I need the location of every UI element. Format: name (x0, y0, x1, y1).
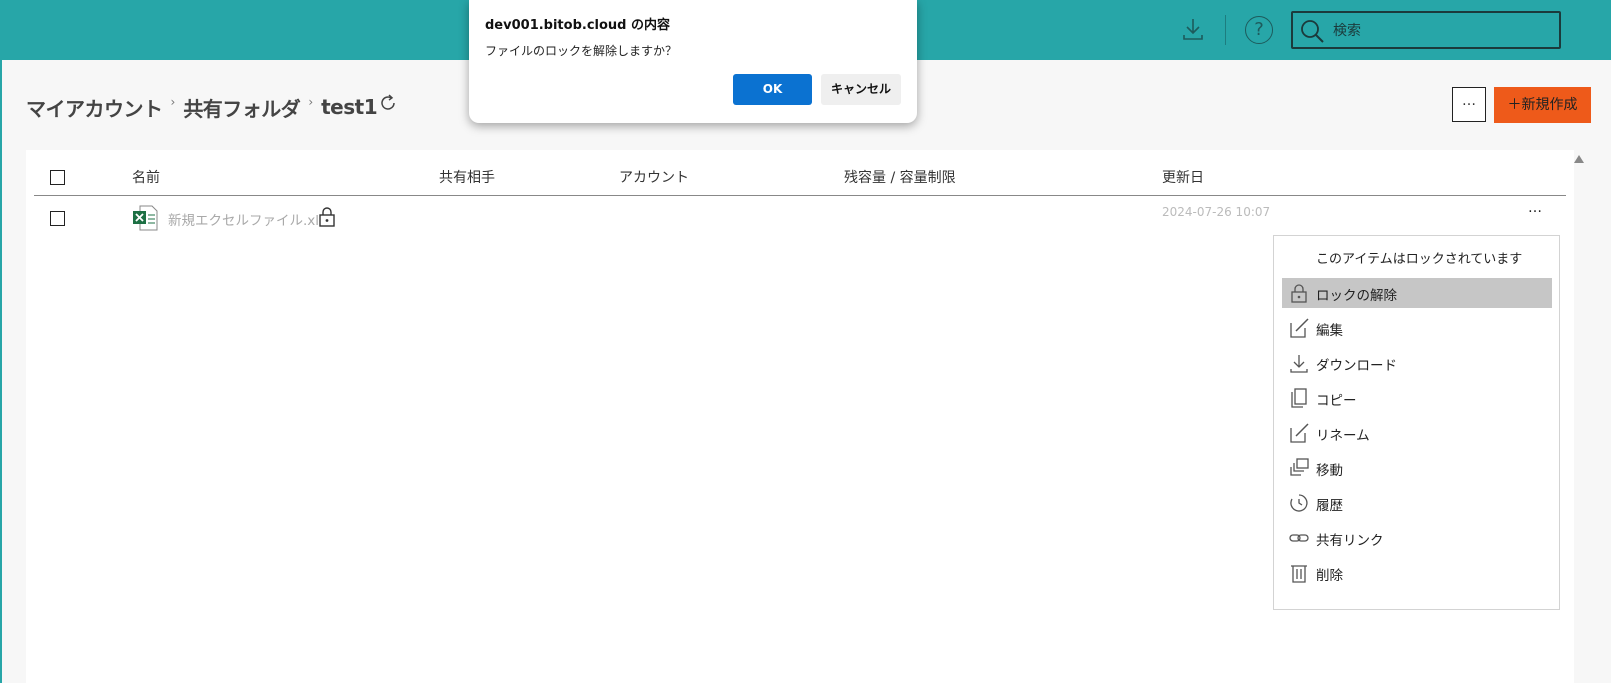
more-actions-button[interactable]: … (1452, 87, 1486, 122)
menu-item-delete[interactable]: 削除 (1282, 558, 1552, 588)
breadcrumb-separator: › (170, 95, 176, 109)
search-input[interactable] (1333, 19, 1553, 43)
menu-item-history[interactable]: 履歴 (1282, 488, 1552, 518)
row-more-button[interactable]: … (1528, 200, 1542, 216)
row-updated-date: 2024-07-26 10:07 (1162, 205, 1271, 219)
menu-item-share-link[interactable]: 共有リンク (1282, 523, 1552, 553)
help-icon[interactable]: ? (1245, 16, 1273, 44)
file-name[interactable]: 新規エクセルファイル.xlsx (168, 209, 334, 229)
dialog-title: dev001.bitob.cloud の内容 (485, 18, 671, 33)
menu-item-label: コピー (1316, 393, 1357, 409)
cancel-button[interactable]: キャンセル (821, 74, 901, 105)
menu-item-label: 移動 (1316, 463, 1343, 479)
menu-item-label: 共有リンク (1316, 533, 1384, 549)
menu-item-label: 履歴 (1316, 498, 1343, 514)
menu-item-label: ロックの解除 (1316, 288, 1397, 304)
copy-icon (1291, 388, 1307, 408)
column-account[interactable]: アカウント (619, 167, 689, 187)
trash-icon (1291, 565, 1307, 583)
search-icon (1301, 20, 1324, 43)
link-icon (1289, 534, 1309, 542)
column-name[interactable]: 名前 (132, 167, 160, 187)
rename-icon (1290, 423, 1309, 443)
menu-locked-notice: このアイテムはロックされています (1316, 252, 1523, 267)
edit-icon (1290, 318, 1309, 338)
table-header: 名前 共有相手 アカウント 残容量 / 容量制限 更新日 (34, 160, 1566, 196)
download-icon[interactable] (1180, 16, 1206, 42)
breadcrumb-current-folder: test1 (321, 95, 378, 119)
download-icon (1290, 355, 1308, 373)
left-edge-accent (0, 60, 2, 683)
excel-file-icon (133, 205, 158, 231)
unlock-icon (1291, 284, 1307, 303)
select-all-checkbox[interactable] (50, 170, 65, 185)
breadcrumb-separator: › (308, 95, 314, 109)
header-divider (1225, 15, 1226, 45)
menu-item-copy[interactable]: コピー (1282, 383, 1552, 413)
confirm-dialog: dev001.bitob.cloud の内容 ファイルのロックを解除しますか？ … (469, 0, 917, 123)
search-box[interactable] (1291, 11, 1561, 49)
menu-item-label: 編集 (1316, 323, 1343, 339)
column-quota[interactable]: 残容量 / 容量制限 (844, 167, 956, 187)
context-menu: このアイテムはロックされています ロックの解除 編集 ダウンロード コピー リネ… (1273, 235, 1560, 610)
menu-item-label: 削除 (1316, 568, 1343, 584)
scroll-up-arrow[interactable] (1574, 155, 1584, 163)
menu-item-download[interactable]: ダウンロード (1282, 348, 1552, 378)
lock-icon (319, 207, 335, 227)
breadcrumb-my-account[interactable]: マイアカウント (26, 93, 163, 122)
menu-item-move[interactable]: 移動 (1282, 453, 1552, 483)
menu-item-rename[interactable]: リネーム (1282, 418, 1552, 448)
new-create-button[interactable]: ＋新規作成 (1494, 87, 1591, 123)
menu-item-edit[interactable]: 編集 (1282, 313, 1552, 343)
breadcrumb-shared-folder[interactable]: 共有フォルダ (183, 93, 301, 122)
column-updated[interactable]: 更新日 (1162, 167, 1204, 187)
row-checkbox[interactable] (50, 211, 65, 226)
column-shared-with[interactable]: 共有相手 (439, 167, 495, 187)
table-row[interactable]: 新規エクセルファイル.xlsx 2024-07-26 10:07 … (34, 200, 1566, 236)
ok-button[interactable]: OK (733, 74, 812, 105)
history-icon (1290, 494, 1308, 512)
menu-item-unlock[interactable]: ロックの解除 (1282, 278, 1552, 308)
dialog-message: ファイルのロックを解除しますか？ (485, 44, 678, 58)
move-icon (1290, 458, 1309, 476)
breadcrumb: マイアカウント › 共有フォルダ › test1 (26, 92, 399, 122)
menu-item-label: リネーム (1316, 428, 1370, 444)
menu-item-label: ダウンロード (1316, 358, 1397, 374)
reload-icon[interactable] (379, 93, 399, 113)
